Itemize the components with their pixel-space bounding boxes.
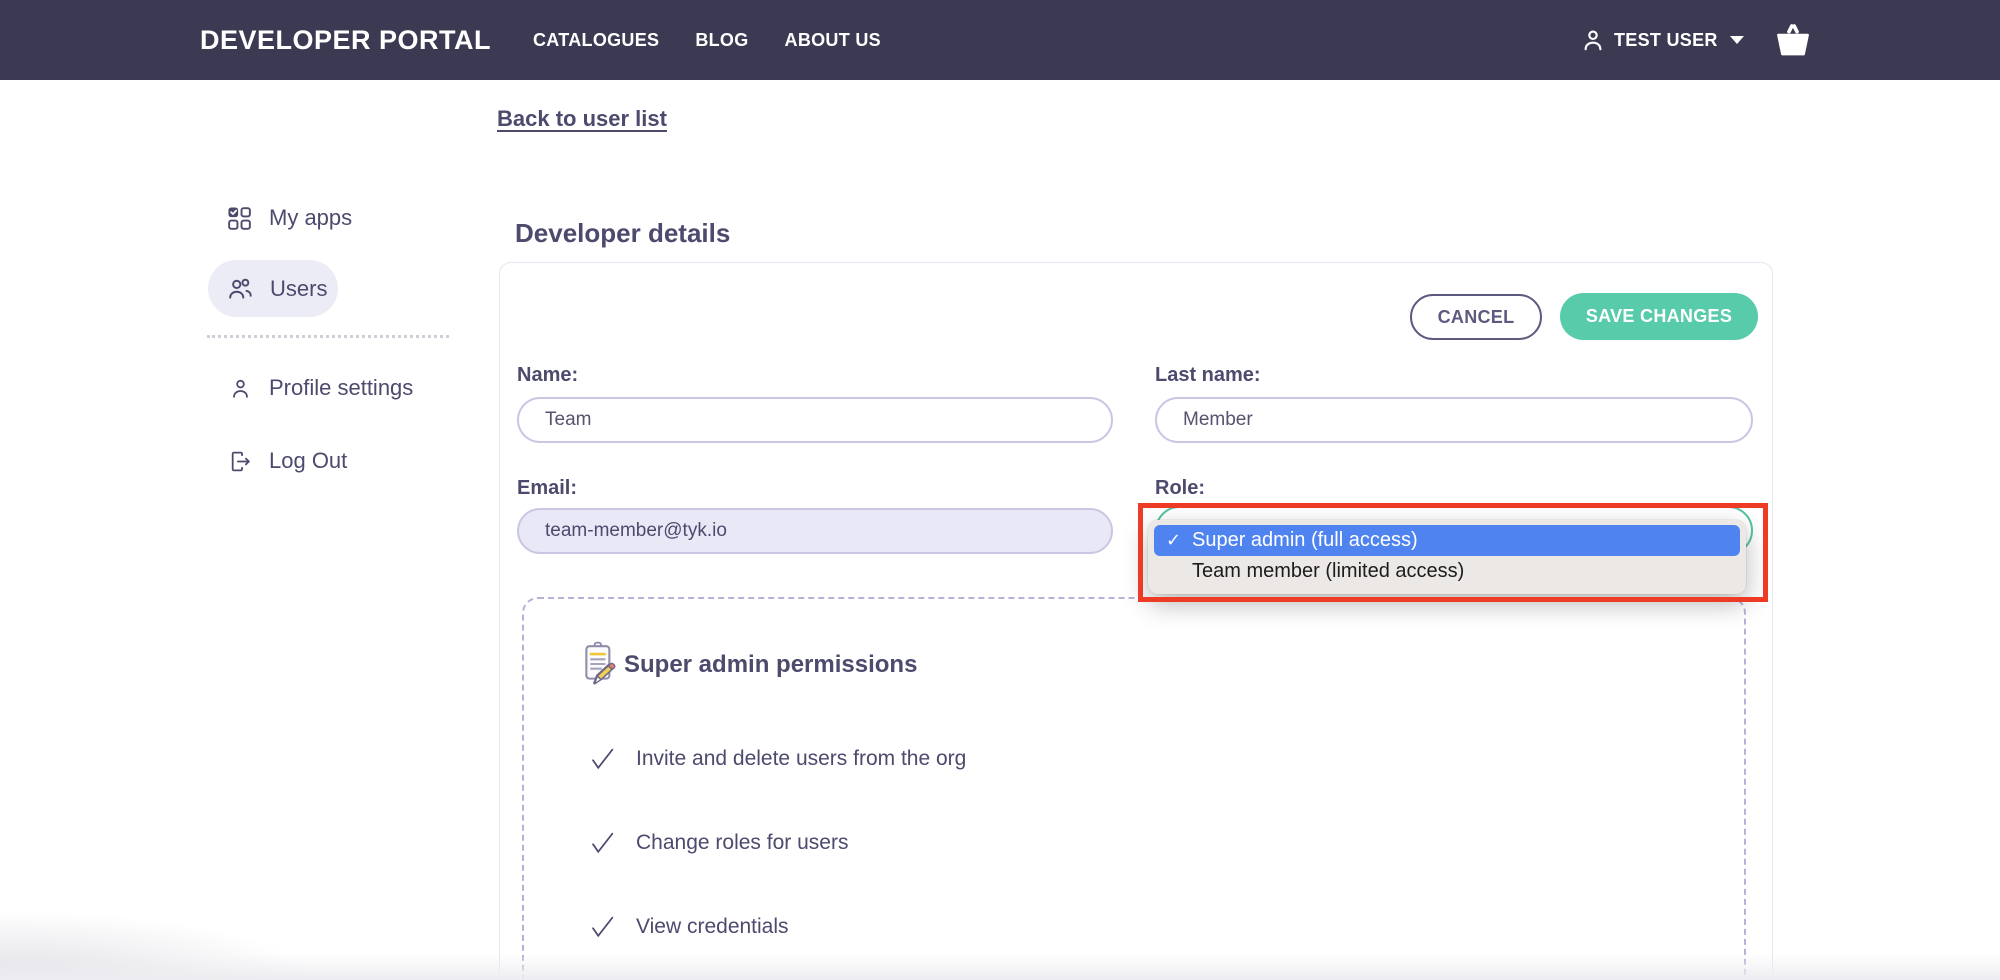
role-option-team-member[interactable]: Team member (limited access): [1154, 556, 1740, 587]
memo-pencil-icon: [580, 641, 622, 687]
basket-icon[interactable]: [1772, 20, 1814, 60]
page-title: Developer details: [515, 218, 730, 249]
permissions-header: Super admin permissions: [580, 641, 917, 687]
profile-icon: [228, 376, 253, 401]
sidebar-item-label: Log Out: [269, 448, 347, 474]
save-changes-button[interactable]: SAVE CHANGES: [1560, 293, 1758, 340]
check-icon: [588, 912, 618, 942]
top-nav-bar: DEVELOPER PORTAL CATALOGUES BLOG ABOUT U…: [0, 0, 2000, 80]
user-icon: [1580, 27, 1606, 53]
header-user-area: TEST USER: [1580, 0, 1814, 80]
selected-check-icon: ✓: [1166, 530, 1192, 551]
sidebar-divider: [207, 335, 449, 338]
nav-item-about-us[interactable]: ABOUT US: [785, 30, 881, 51]
sidebar-item-label: My apps: [269, 205, 352, 231]
sidebar-item-log-out[interactable]: Log Out: [228, 441, 347, 481]
check-icon: [588, 744, 618, 774]
permission-item: View credentials: [588, 911, 789, 943]
nav-item-blog[interactable]: BLOG: [695, 30, 748, 51]
users-icon: [226, 275, 254, 303]
cancel-button[interactable]: CANCEL: [1410, 294, 1542, 340]
sidebar-item-label: Profile settings: [269, 375, 413, 401]
bottom-fade: [0, 954, 2000, 980]
role-label: Role:: [1155, 477, 1205, 500]
user-menu-dropdown[interactable]: TEST USER: [1580, 27, 1744, 53]
name-label: Name:: [517, 364, 578, 387]
email-field[interactable]: [517, 508, 1113, 554]
name-field[interactable]: [517, 397, 1113, 443]
sidebar-item-profile-settings[interactable]: Profile settings: [228, 368, 413, 408]
last-name-field[interactable]: [1155, 397, 1753, 443]
back-to-user-list-link[interactable]: Back to user list: [497, 106, 667, 132]
check-icon: [588, 828, 618, 858]
permission-item: Invite and delete users from the org: [588, 743, 966, 775]
portal-logo[interactable]: DEVELOPER PORTAL: [200, 0, 491, 80]
role-option-label: Team member (limited access): [1192, 560, 1464, 583]
apps-grid-icon: [226, 205, 253, 232]
main-nav: CATALOGUES BLOG ABOUT US: [533, 0, 881, 80]
role-option-super-admin[interactable]: ✓ Super admin (full access): [1154, 525, 1740, 556]
user-menu-label: TEST USER: [1614, 30, 1718, 51]
last-name-label: Last name:: [1155, 364, 1261, 387]
permission-item: Change roles for users: [588, 827, 848, 859]
role-option-label: Super admin (full access): [1192, 529, 1418, 552]
sidebar-item-my-apps[interactable]: My apps: [226, 198, 352, 238]
role-dropdown-menu: ✓ Super admin (full access) Team member …: [1148, 520, 1746, 594]
logout-icon: [228, 449, 253, 474]
nav-item-catalogues[interactable]: CATALOGUES: [533, 30, 659, 51]
permissions-title: Super admin permissions: [624, 651, 917, 679]
email-label: Email:: [517, 477, 577, 500]
sidebar-item-users[interactable]: Users: [208, 260, 338, 317]
sidebar-item-label: Users: [270, 276, 327, 302]
chevron-down-icon: [1730, 36, 1744, 44]
screen: DEVELOPER PORTAL CATALOGUES BLOG ABOUT U…: [0, 0, 2000, 980]
